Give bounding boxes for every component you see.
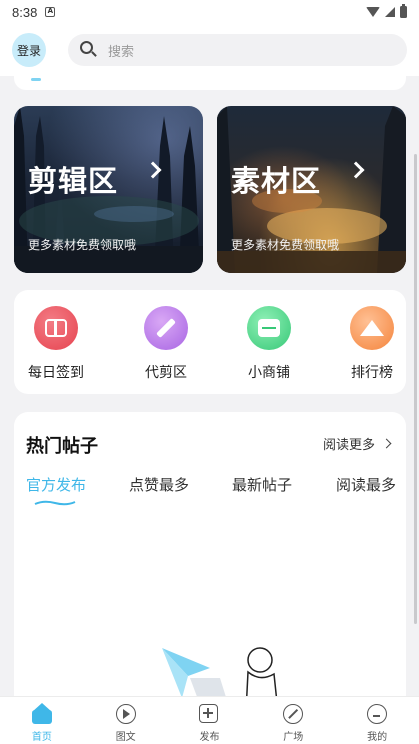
hot-posts-card: 热门帖子 阅读更多 官方发布 点赞最多 最新帖子 阅读最多 xyxy=(14,412,406,696)
search-icon xyxy=(80,41,98,59)
nav-profile[interactable]: 我的 xyxy=(335,697,419,744)
status-bar: 8:38 A xyxy=(0,0,419,24)
nav-label: 我的 xyxy=(367,732,388,743)
gift-box-icon xyxy=(34,306,78,350)
action-small-shop[interactable]: 小商铺 xyxy=(231,306,307,382)
banner-material-zone[interactable]: 素材区 更多素材免费领取哦 xyxy=(217,106,406,273)
nav-home[interactable]: 首页 xyxy=(0,697,84,744)
previous-card-edge xyxy=(14,76,406,90)
nav-label: 图文 xyxy=(115,732,136,743)
banner-row: 剪辑区 更多素材免费领取哦 素材区 更多素材免费领取哦 xyxy=(14,106,406,273)
nav-publish[interactable]: 发布 xyxy=(168,697,252,744)
login-label: 登录 xyxy=(16,43,41,58)
active-tab-indicator xyxy=(34,500,76,506)
banner-edit-zone[interactable]: 剪辑区 更多素材免费领取哦 xyxy=(14,106,203,273)
tab-most-read[interactable]: 阅读最多 xyxy=(336,474,396,495)
read-more-link[interactable]: 阅读更多 xyxy=(322,434,392,453)
status-time: 8:38 xyxy=(12,4,38,20)
main-content[interactable]: 剪辑区 更多素材免费领取哦 素材区 更多素材免费领取哦 每日签到 代剪区 小商铺… xyxy=(0,76,419,696)
tab-most-liked[interactable]: 点赞最多 xyxy=(129,474,189,495)
action-label: 代剪区 xyxy=(145,365,187,381)
nav-posts[interactable]: 图文 xyxy=(84,697,168,744)
nav-label: 广场 xyxy=(283,732,304,743)
banner-title: 剪辑区 xyxy=(28,164,119,198)
play-circle-icon xyxy=(115,703,137,725)
crown-icon xyxy=(350,306,394,350)
action-label: 排行榜 xyxy=(351,365,393,381)
tab-official[interactable]: 官方发布 xyxy=(26,474,86,495)
action-label: 每日签到 xyxy=(28,365,84,381)
shop-icon xyxy=(247,306,291,350)
action-daily-checkin[interactable]: 每日签到 xyxy=(18,306,94,382)
profile-icon xyxy=(366,703,388,725)
nav-plaza[interactable]: 广场 xyxy=(251,697,335,744)
banner-subtitle: 更多素材免费领取哦 xyxy=(231,238,340,252)
nav-label: 首页 xyxy=(31,732,52,743)
scrollbar[interactable] xyxy=(414,154,417,624)
empty-state-illustration xyxy=(162,647,278,696)
chevron-right-icon xyxy=(381,438,392,449)
notification-icon: A xyxy=(45,7,56,17)
search-placeholder: 搜索 xyxy=(108,44,135,60)
nav-label: 发布 xyxy=(199,732,220,743)
action-leaderboard[interactable]: 排行榜 xyxy=(334,306,410,382)
signal-icon xyxy=(385,7,395,17)
login-button[interactable]: 登录 xyxy=(12,33,46,67)
read-more-label: 阅读更多 xyxy=(322,438,375,453)
action-proxy-edit[interactable]: 代剪区 xyxy=(128,306,204,382)
compass-icon xyxy=(282,703,304,725)
battery-icon xyxy=(400,4,407,18)
banner-subtitle: 更多素材免费领取哦 xyxy=(28,238,137,252)
home-icon xyxy=(31,703,53,725)
status-icons xyxy=(366,4,407,18)
pencil-ruler-icon xyxy=(144,306,188,350)
wifi-icon xyxy=(366,7,380,17)
plus-square-icon xyxy=(198,703,220,725)
banner-title: 素材区 xyxy=(231,164,322,198)
search-input[interactable]: 搜索 xyxy=(68,34,407,66)
section-title: 热门帖子 xyxy=(26,436,98,457)
action-label: 小商铺 xyxy=(248,365,290,381)
post-tabs: 官方发布 点赞最多 最新帖子 阅读最多 xyxy=(26,474,401,506)
bottom-nav: 首页 图文 发布 广场 我的 xyxy=(0,696,419,744)
app-header: 登录 搜索 xyxy=(0,24,419,76)
quick-actions-card: 每日签到 代剪区 小商铺 排行榜 xyxy=(14,290,406,394)
tab-newest[interactable]: 最新帖子 xyxy=(232,474,292,495)
